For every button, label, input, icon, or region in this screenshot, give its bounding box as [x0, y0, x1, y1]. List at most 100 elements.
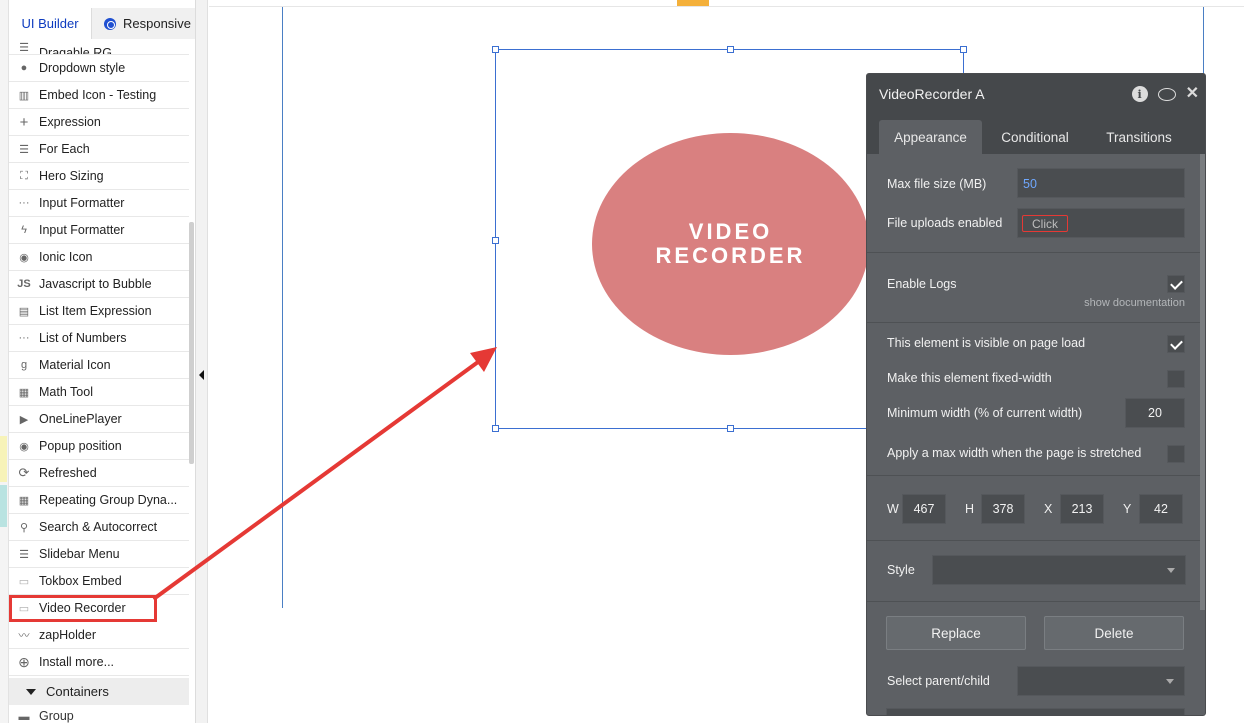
info-icon[interactable]: i: [1131, 86, 1148, 102]
resize-handle-w[interactable]: [492, 237, 499, 244]
list-item-embed-icon[interactable]: ▥ Embed Icon - Testing: [9, 82, 189, 109]
list-item-onelineplayer[interactable]: ▶ OneLinePlayer: [9, 406, 189, 433]
list-item-label: Tokbox Embed: [39, 574, 122, 588]
list-item-popup-position[interactable]: ◉ Popup position: [9, 433, 189, 460]
y-input[interactable]: 42: [1139, 494, 1183, 524]
list-item-tokbox-embed[interactable]: ▭ Tokbox Embed: [9, 568, 189, 595]
list-item-math-tool[interactable]: ▦ Math Tool: [9, 379, 189, 406]
list-item-refreshed[interactable]: ⟳ Refreshed: [9, 460, 189, 487]
h-label: H: [965, 502, 975, 516]
tab-transitions[interactable]: Transitions: [1093, 120, 1185, 154]
plus-icon: +: [19, 113, 29, 131]
file-uploads-click[interactable]: Click: [1022, 215, 1068, 232]
parent-child-dropdown[interactable]: [1017, 666, 1185, 696]
left-panel-tabs: UI Builder Responsive: [9, 8, 195, 39]
min-width-label: Minimum width (% of current width): [887, 406, 1083, 420]
lines-icon: ☰: [19, 548, 29, 561]
resize-handle-n[interactable]: [727, 46, 734, 53]
containers-section-header[interactable]: Containers: [9, 678, 189, 705]
y-label: Y: [1123, 502, 1132, 516]
document-icon: ▤: [18, 305, 30, 318]
list-item-expression[interactable]: + Expression: [9, 109, 189, 136]
list-item-zapholder[interactable]: 〰 zapHolder: [9, 622, 189, 649]
header-icons: i ✕: [1131, 86, 1199, 102]
list-item-ionic-icon[interactable]: ◉ Ionic Icon: [9, 244, 189, 271]
play-icon: ▶: [19, 413, 29, 426]
collapse-panel-button[interactable]: [196, 0, 208, 723]
tab-appearance[interactable]: Appearance: [879, 120, 982, 154]
list-item-search-autocorrect[interactable]: ⚲ Search & Autocorrect: [9, 514, 189, 541]
close-icon[interactable]: ✕: [1186, 86, 1199, 102]
fixed-width-checkbox[interactable]: [1167, 370, 1185, 388]
w-label: W: [887, 502, 899, 516]
x-input[interactable]: 213: [1060, 494, 1104, 524]
visible-on-load-checkbox[interactable]: [1167, 335, 1185, 353]
list-item-material-icon[interactable]: g Material Icon: [9, 352, 189, 379]
list-item-for-each[interactable]: ☰ For Each: [9, 136, 189, 163]
delete-button[interactable]: Delete: [1044, 616, 1184, 650]
tab-responsive-label: Responsive: [123, 16, 191, 31]
property-editor-scrollbar[interactable]: [1200, 154, 1205, 610]
tab-conditional[interactable]: Conditional: [987, 120, 1083, 154]
property-editor-header[interactable]: VideoRecorder A i ✕: [867, 74, 1205, 114]
list-item-label: Dragable RG: [39, 46, 112, 55]
chart-icon: 〰: [18, 630, 30, 642]
max-file-size-label: Max file size (MB): [887, 177, 987, 191]
separator: [867, 475, 1205, 476]
list-item-input-formatter[interactable]: ··· Input Formatter: [9, 190, 189, 217]
add-circle-icon: ⊕: [18, 653, 30, 670]
tab-ui-builder[interactable]: UI Builder: [9, 8, 91, 39]
list-item-label: Embed Icon - Testing: [39, 88, 157, 102]
list-item[interactable]: ☰ Dragable RG: [9, 39, 189, 55]
list-item-label: Math Tool: [39, 385, 93, 399]
list-item-video-recorder[interactable]: ▭ Video Recorder: [9, 595, 157, 622]
next-field-partial[interactable]: [886, 708, 1185, 715]
list-item-label: Slidebar Menu: [39, 547, 120, 561]
resize-handle-nw[interactable]: [492, 46, 499, 53]
enable-logs-checkbox[interactable]: [1167, 275, 1185, 293]
list-item-dropdown-style[interactable]: ● Dropdown style: [9, 55, 189, 82]
list-item-input-formatter-2[interactable]: ϟ Input Formatter: [9, 217, 189, 244]
list-item-list-item-expression[interactable]: ▤ List Item Expression: [9, 298, 189, 325]
resize-handle-sw[interactable]: [492, 425, 499, 432]
g-icon: g: [20, 359, 28, 371]
file-uploads-label: File uploads enabled: [887, 216, 1003, 230]
folder-icon: ▬: [18, 711, 30, 723]
list-item-label: Popup position: [39, 439, 122, 453]
resize-handle-ne[interactable]: [960, 46, 967, 53]
style-dropdown[interactable]: [932, 555, 1186, 585]
tab-responsive[interactable]: Responsive: [91, 8, 195, 39]
property-editor: VideoRecorder A i ✕ Appearance Condition…: [866, 73, 1206, 716]
list-item-repeating-group[interactable]: ▦ Repeating Group Dyna...: [9, 487, 189, 514]
list-item-group[interactable]: ▬ Group: [9, 705, 189, 723]
show-documentation-link[interactable]: show documentation: [1084, 297, 1185, 309]
list-item-slidebar-menu[interactable]: ☰ Slidebar Menu: [9, 541, 189, 568]
list-item-javascript-to-bubble[interactable]: JS Javascript to Bubble: [9, 271, 189, 298]
install-more-button[interactable]: ⊕ Install more...: [9, 649, 189, 676]
calculator-icon: ▦: [18, 386, 30, 399]
list-item-list-of-numbers[interactable]: ··· List of Numbers: [9, 325, 189, 352]
comment-icon[interactable]: [1157, 87, 1176, 101]
separator: [867, 540, 1205, 541]
min-width-value: 20: [1148, 406, 1162, 420]
barcode-icon: ▥: [18, 89, 30, 102]
width-input[interactable]: 467: [902, 494, 946, 524]
replace-button[interactable]: Replace: [886, 616, 1026, 650]
visible-on-load-label: This element is visible on page load: [887, 336, 1086, 350]
min-width-input[interactable]: 20: [1125, 398, 1185, 428]
max-file-size-input[interactable]: 50: [1017, 168, 1185, 198]
responsive-icon: [104, 17, 116, 30]
expand-icon: ⛶: [20, 169, 28, 182]
left-panel-scrollbar[interactable]: [189, 222, 194, 464]
dots-icon: ···: [18, 197, 30, 209]
list-item-label: Search & Autocorrect: [39, 520, 158, 534]
style-label: Style: [887, 563, 915, 577]
file-uploads-input[interactable]: Click: [1017, 208, 1185, 238]
height-input[interactable]: 378: [981, 494, 1025, 524]
list-item-hero-sizing[interactable]: ⛶ Hero Sizing: [9, 163, 189, 190]
list-item-label: Video Recorder: [39, 601, 126, 615]
chevron-down-icon: [1166, 679, 1174, 684]
property-editor-tabs: Appearance Conditional Transitions: [867, 114, 1205, 154]
resize-handle-s[interactable]: [727, 425, 734, 432]
max-width-checkbox[interactable]: [1167, 445, 1185, 463]
